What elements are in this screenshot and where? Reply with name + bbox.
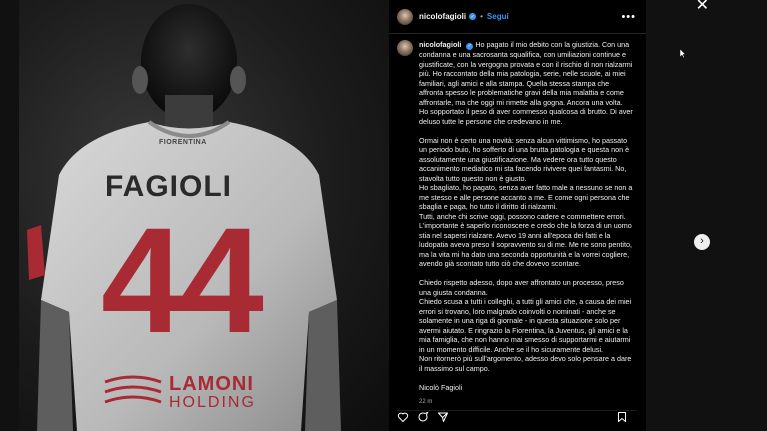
post-header: nicolofagioli ✓ • Segui ••• [389,0,646,34]
verified-icon: ✓ [466,43,474,51]
avatar[interactable] [397,8,413,25]
save-bookmark-icon[interactable] [616,411,628,423]
verified-icon: ✓ [469,13,477,20]
share-send-icon[interactable] [437,411,449,423]
jersey-sponsor-top: FIORENTINA [159,139,207,146]
caption-username[interactable]: nicolofagioli [419,40,461,49]
caption-paragraph-2: Ormai non è certo una novità: senza alcu… [419,135,633,269]
post-image: FIORENTINA FAGIOLI 44 LAMONI HOLDING [19,0,389,431]
mouse-cursor-icon [680,49,686,58]
post-side-panel: nicolofagioli ✓ • Segui ••• nicolofagiol… [389,0,646,431]
close-icon[interactable]: ✕ [696,0,709,14]
caption: nicolofagioli ✓ Ho pagato il mio debito … [397,40,635,408]
separator-dot: • [480,12,483,21]
jersey-sponsor-line1: LAMONI [169,373,254,395]
post-modal: FIORENTINA FAGIOLI 44 LAMONI HOLDING nic… [19,0,646,431]
caption-signature: Nicolò Fagioli [419,382,463,392]
action-bar [397,410,637,425]
username[interactable]: nicolofagioli [419,12,466,21]
caption-text: nicolofagioli ✓ Ho pagato il mio debito … [419,40,635,408]
caption-paragraph-3: Chiedo rispetto adesso, dopo aver affron… [419,278,632,373]
caption-paragraph: nicolofagioli ✓ Ho pagato il mio debito … [419,40,635,126]
post-time[interactable]: 22 m [419,398,635,408]
caption-paragraph-1: Ho pagato il mio debito con la giustizia… [419,40,633,126]
comment-icon[interactable] [417,411,429,423]
next-post-chevron-icon[interactable]: › [694,234,710,250]
jersey-number: 44 [101,196,264,364]
follow-button[interactable]: Segui [487,12,509,21]
sponsor-logo-icon [104,375,162,404]
more-options-icon[interactable]: ••• [621,11,636,22]
caption-avatar[interactable] [397,40,413,56]
like-heart-icon[interactable] [397,411,409,423]
jersey-sponsor-line2: HOLDING [169,394,256,411]
